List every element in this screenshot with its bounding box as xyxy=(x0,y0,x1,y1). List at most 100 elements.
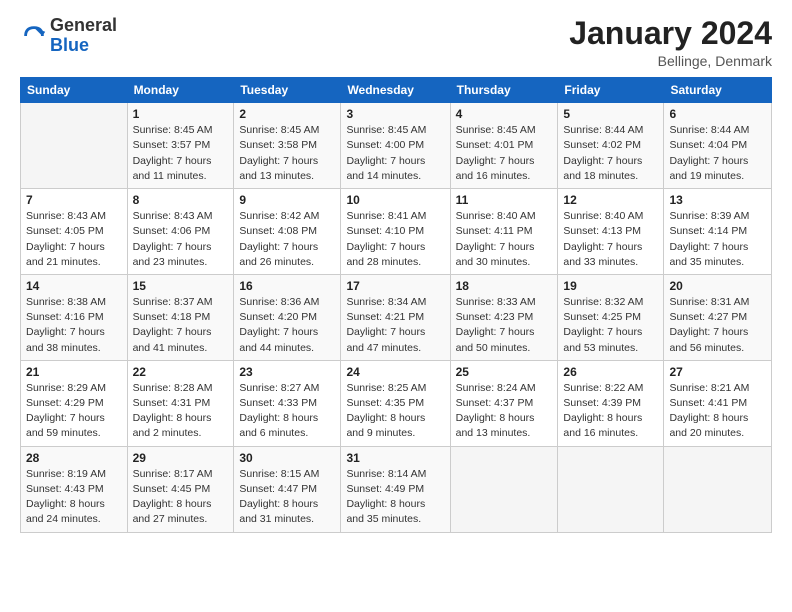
calendar-cell xyxy=(450,446,558,532)
day-number: 29 xyxy=(133,451,229,465)
calendar-cell: 8 Sunrise: 8:43 AMSunset: 4:06 PMDaylight… xyxy=(127,189,234,275)
week-row-2: 14 Sunrise: 8:38 AMSunset: 4:16 PMDayligh… xyxy=(21,274,772,360)
calendar-cell: 2 Sunrise: 8:45 AMSunset: 3:58 PMDaylight… xyxy=(234,103,341,189)
title-block: January 2024 Bellinge, Denmark xyxy=(569,16,772,69)
day-number: 5 xyxy=(563,107,658,121)
calendar-cell: 4Sunrise: 8:45 AMSunset: 4:01 PMDaylight… xyxy=(450,103,558,189)
calendar-cell: 15Sunrise: 8:37 AMSunset: 4:18 PMDayligh… xyxy=(127,274,234,360)
weekday-header-row: SundayMondayTuesdayWednesdayThursdayFrid… xyxy=(21,78,772,103)
day-number: 31 xyxy=(346,451,444,465)
day-number: 8 xyxy=(133,193,229,207)
day-number: 10 xyxy=(346,193,444,207)
weekday-header-sunday: Sunday xyxy=(21,78,128,103)
day-info: Sunrise: 8:43 AMSunset: 4:05 PMDaylight:… xyxy=(26,209,122,270)
day-number: 13 xyxy=(669,193,766,207)
calendar-cell xyxy=(558,446,664,532)
day-info: Sunrise: 8:40 AMSunset: 4:13 PMDaylight:… xyxy=(563,209,658,270)
day-info: Sunrise: 8:45 AMSunset: 3:58 PMDaylight:… xyxy=(239,123,335,184)
calendar-cell: 20 Sunrise: 8:31 AMSunset: 4:27 PMDayligh… xyxy=(664,274,772,360)
day-number: 21 xyxy=(26,365,122,379)
calendar-cell: 22 Sunrise: 8:28 AMSunset: 4:31 PMDayligh… xyxy=(127,360,234,446)
day-number: 20 xyxy=(669,279,766,293)
weekday-header-thursday: Thursday xyxy=(450,78,558,103)
calendar-cell: 18 Sunrise: 8:33 AMSunset: 4:23 PMDayligh… xyxy=(450,274,558,360)
day-info: Sunrise: 8:25 AMSunset: 4:35 PMDaylight:… xyxy=(346,381,444,442)
day-info: Sunrise: 8:40 AMSunset: 4:11 PMDaylight:… xyxy=(456,209,553,270)
calendar-cell: 23 Sunrise: 8:27 AMSunset: 4:33 PMDayligh… xyxy=(234,360,341,446)
calendar-cell: 16 Sunrise: 8:36 AMSunset: 4:20 PMDayligh… xyxy=(234,274,341,360)
day-number: 3 xyxy=(346,107,444,121)
calendar-cell: 10 Sunrise: 8:41 AMSunset: 4:10 PMDayligh… xyxy=(341,189,450,275)
day-number: 23 xyxy=(239,365,335,379)
day-number: 9 xyxy=(239,193,335,207)
day-info: Sunrise: 8:43 AMSunset: 4:06 PMDaylight:… xyxy=(133,209,229,270)
week-row-1: 7 Sunrise: 8:43 AMSunset: 4:05 PMDaylight… xyxy=(21,189,772,275)
day-number: 7 xyxy=(26,193,122,207)
calendar-header: SundayMondayTuesdayWednesdayThursdayFrid… xyxy=(21,78,772,103)
day-number: 14 xyxy=(26,279,122,293)
calendar-body: 1 Sunrise: 8:45 AMSunset: 3:57 PMDaylight… xyxy=(21,103,772,532)
day-number: 12 xyxy=(563,193,658,207)
day-info: Sunrise: 8:31 AMSunset: 4:27 PMDaylight:… xyxy=(669,295,766,356)
day-info: Sunrise: 8:45 AMSunset: 4:01 PMDaylight:… xyxy=(456,123,553,184)
calendar-cell: 9 Sunrise: 8:42 AMSunset: 4:08 PMDaylight… xyxy=(234,189,341,275)
day-info: Sunrise: 8:41 AMSunset: 4:10 PMDaylight:… xyxy=(346,209,444,270)
calendar-cell: 5 Sunrise: 8:44 AMSunset: 4:02 PMDaylight… xyxy=(558,103,664,189)
day-number: 19 xyxy=(563,279,658,293)
day-number: 15 xyxy=(133,279,229,293)
day-info: Sunrise: 8:45 AMSunset: 3:57 PMDaylight:… xyxy=(133,123,229,184)
day-info: Sunrise: 8:44 AMSunset: 4:04 PMDaylight:… xyxy=(669,123,766,184)
day-info: Sunrise: 8:34 AMSunset: 4:21 PMDaylight:… xyxy=(346,295,444,356)
logo: General Blue xyxy=(20,16,117,56)
day-number: 22 xyxy=(133,365,229,379)
day-number: 11 xyxy=(456,193,553,207)
week-row-4: 28Sunrise: 8:19 AMSunset: 4:43 PMDayligh… xyxy=(21,446,772,532)
day-number: 16 xyxy=(239,279,335,293)
day-info: Sunrise: 8:36 AMSunset: 4:20 PMDaylight:… xyxy=(239,295,335,356)
day-info: Sunrise: 8:29 AMSunset: 4:29 PMDaylight:… xyxy=(26,381,122,442)
day-info: Sunrise: 8:28 AMSunset: 4:31 PMDaylight:… xyxy=(133,381,229,442)
calendar-cell: 25 Sunrise: 8:24 AMSunset: 4:37 PMDayligh… xyxy=(450,360,558,446)
day-info: Sunrise: 8:38 AMSunset: 4:16 PMDaylight:… xyxy=(26,295,122,356)
calendar-cell: 21 Sunrise: 8:29 AMSunset: 4:29 PMDayligh… xyxy=(21,360,128,446)
weekday-header-saturday: Saturday xyxy=(664,78,772,103)
day-number: 1 xyxy=(133,107,229,121)
calendar-cell: 19 Sunrise: 8:32 AMSunset: 4:25 PMDayligh… xyxy=(558,274,664,360)
calendar-cell: 31 Sunrise: 8:14 AMSunset: 4:49 PMDayligh… xyxy=(341,446,450,532)
day-info: Sunrise: 8:42 AMSunset: 4:08 PMDaylight:… xyxy=(239,209,335,270)
day-info: Sunrise: 8:44 AMSunset: 4:02 PMDaylight:… xyxy=(563,123,658,184)
calendar-cell: 11 Sunrise: 8:40 AMSunset: 4:11 PMDayligh… xyxy=(450,189,558,275)
day-info: Sunrise: 8:24 AMSunset: 4:37 PMDaylight:… xyxy=(456,381,553,442)
weekday-header-monday: Monday xyxy=(127,78,234,103)
day-number: 17 xyxy=(346,279,444,293)
day-info: Sunrise: 8:21 AMSunset: 4:41 PMDaylight:… xyxy=(669,381,766,442)
day-number: 18 xyxy=(456,279,553,293)
day-info: Sunrise: 8:45 AMSunset: 4:00 PMDaylight:… xyxy=(346,123,444,184)
logo-icon xyxy=(20,22,48,50)
day-number: 6 xyxy=(669,107,766,121)
month-title: January 2024 xyxy=(569,16,772,51)
day-info: Sunrise: 8:32 AMSunset: 4:25 PMDaylight:… xyxy=(563,295,658,356)
calendar-cell: 30Sunrise: 8:15 AMSunset: 4:47 PMDayligh… xyxy=(234,446,341,532)
day-number: 27 xyxy=(669,365,766,379)
day-number: 30 xyxy=(239,451,335,465)
calendar-cell: 13Sunrise: 8:39 AMSunset: 4:14 PMDayligh… xyxy=(664,189,772,275)
calendar-container: General Blue January 2024 Bellinge, Denm… xyxy=(0,0,792,543)
calendar-cell: 24Sunrise: 8:25 AMSunset: 4:35 PMDayligh… xyxy=(341,360,450,446)
location: Bellinge, Denmark xyxy=(569,53,772,69)
weekday-header-wednesday: Wednesday xyxy=(341,78,450,103)
day-info: Sunrise: 8:14 AMSunset: 4:49 PMDaylight:… xyxy=(346,467,444,528)
day-number: 2 xyxy=(239,107,335,121)
calendar-cell: 1 Sunrise: 8:45 AMSunset: 3:57 PMDaylight… xyxy=(127,103,234,189)
week-row-0: 1 Sunrise: 8:45 AMSunset: 3:57 PMDaylight… xyxy=(21,103,772,189)
calendar-cell: 3 Sunrise: 8:45 AMSunset: 4:00 PMDaylight… xyxy=(341,103,450,189)
day-info: Sunrise: 8:33 AMSunset: 4:23 PMDaylight:… xyxy=(456,295,553,356)
day-info: Sunrise: 8:19 AMSunset: 4:43 PMDaylight:… xyxy=(26,467,122,528)
day-number: 25 xyxy=(456,365,553,379)
calendar-cell: 26Sunrise: 8:22 AMSunset: 4:39 PMDayligh… xyxy=(558,360,664,446)
calendar-cell: 29 Sunrise: 8:17 AMSunset: 4:45 PMDayligh… xyxy=(127,446,234,532)
calendar-cell: 14 Sunrise: 8:38 AMSunset: 4:16 PMDayligh… xyxy=(21,274,128,360)
day-info: Sunrise: 8:27 AMSunset: 4:33 PMDaylight:… xyxy=(239,381,335,442)
calendar-cell: 28Sunrise: 8:19 AMSunset: 4:43 PMDayligh… xyxy=(21,446,128,532)
day-info: Sunrise: 8:17 AMSunset: 4:45 PMDaylight:… xyxy=(133,467,229,528)
